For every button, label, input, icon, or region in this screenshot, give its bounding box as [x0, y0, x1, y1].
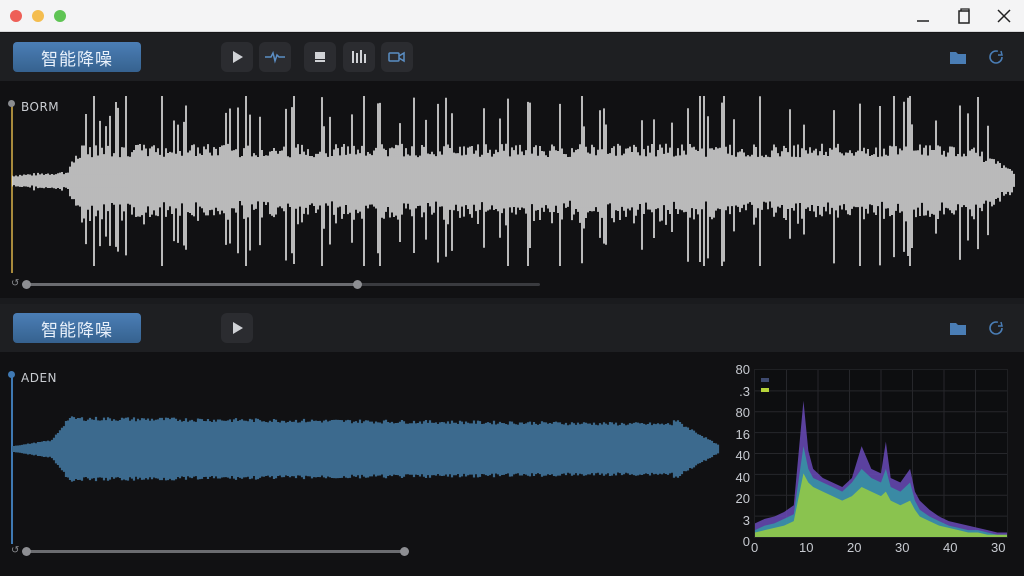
- play-icon: [233, 322, 243, 334]
- original-waveform[interactable]: [12, 96, 1016, 266]
- smart-denoise-button[interactable]: 智能降噪: [13, 42, 141, 72]
- play-button[interactable]: [221, 313, 253, 343]
- play-button[interactable]: [221, 42, 253, 72]
- minimize-traffic-light[interactable]: [32, 10, 44, 22]
- stop-icon: [315, 52, 325, 62]
- close-traffic-light[interactable]: [10, 10, 22, 22]
- legend-swatch: [761, 388, 769, 392]
- y-tick-label: 0: [742, 534, 750, 549]
- refresh-icon[interactable]: [985, 317, 1007, 339]
- equalizer-button[interactable]: [343, 42, 375, 72]
- original-toolbar: 智能降噪: [0, 33, 1024, 81]
- original-waveform-panel: BORM ↺: [0, 81, 1024, 298]
- y-tick-label: 3: [742, 512, 750, 528]
- legend-swatch: [761, 378, 769, 382]
- y-tick-label: 80: [735, 405, 750, 420]
- x-tick-label: 30: [895, 540, 910, 555]
- y-tick-label: 40: [735, 469, 750, 485]
- waveform-icon: [265, 50, 285, 64]
- x-tick-label: 10: [799, 540, 814, 555]
- seek-slider-start-knob[interactable]: [22, 280, 31, 289]
- seek-slider-knob[interactable]: [353, 280, 363, 289]
- playhead-handle[interactable]: [8, 371, 15, 378]
- title-bar: [0, 0, 1024, 32]
- restore-icon[interactable]: [951, 4, 977, 28]
- waveform-path: [12, 96, 1015, 266]
- waveform-button[interactable]: [259, 42, 291, 72]
- refresh-icon[interactable]: [985, 46, 1007, 68]
- loop-icon: ↺: [11, 545, 20, 556]
- x-tick-label: 40: [943, 540, 958, 555]
- smart-denoise-button[interactable]: 智能降噪: [13, 313, 141, 343]
- seek-slider-fill: [24, 550, 404, 553]
- denoised-toolbar: 智能降噪: [0, 304, 1024, 352]
- seek-slider-knob[interactable]: [400, 547, 409, 556]
- y-tick-label: 80: [735, 362, 750, 377]
- seek-slider-start-knob[interactable]: [22, 547, 31, 556]
- denoised-waveform-panel: ADEN ↺ 80.3 80 16 40 40 20 3 0 0 10 20 30 40 30: [0, 352, 1024, 576]
- zoom-traffic-light[interactable]: [54, 10, 66, 22]
- y-tick-label: 20: [735, 491, 750, 506]
- denoised-waveform[interactable]: [12, 394, 720, 504]
- x-tick-label: 0: [751, 540, 759, 555]
- y-tick-label: 40: [735, 448, 750, 463]
- x-tick-label: 30: [991, 540, 1006, 555]
- play-icon: [233, 51, 243, 63]
- loop-icon: ↺: [11, 278, 20, 289]
- waveform-path: [12, 416, 720, 482]
- spectrum-plot: [755, 370, 1007, 537]
- y-tick-label: .3: [739, 383, 750, 399]
- x-tick-label: 20: [847, 540, 862, 555]
- stop-button[interactable]: [304, 42, 336, 72]
- video-icon: [388, 51, 405, 63]
- equalizer-icon: [352, 50, 366, 63]
- track-label: ADEN: [21, 371, 58, 385]
- folder-icon[interactable]: [947, 317, 969, 339]
- close-icon[interactable]: [991, 4, 1017, 28]
- folder-icon[interactable]: [947, 46, 969, 68]
- video-button[interactable]: [381, 42, 413, 72]
- spectrum-chart: [754, 369, 1008, 538]
- y-tick-label: 16: [735, 426, 750, 442]
- minimize-icon[interactable]: [910, 4, 936, 28]
- seek-slider-fill: [24, 283, 358, 286]
